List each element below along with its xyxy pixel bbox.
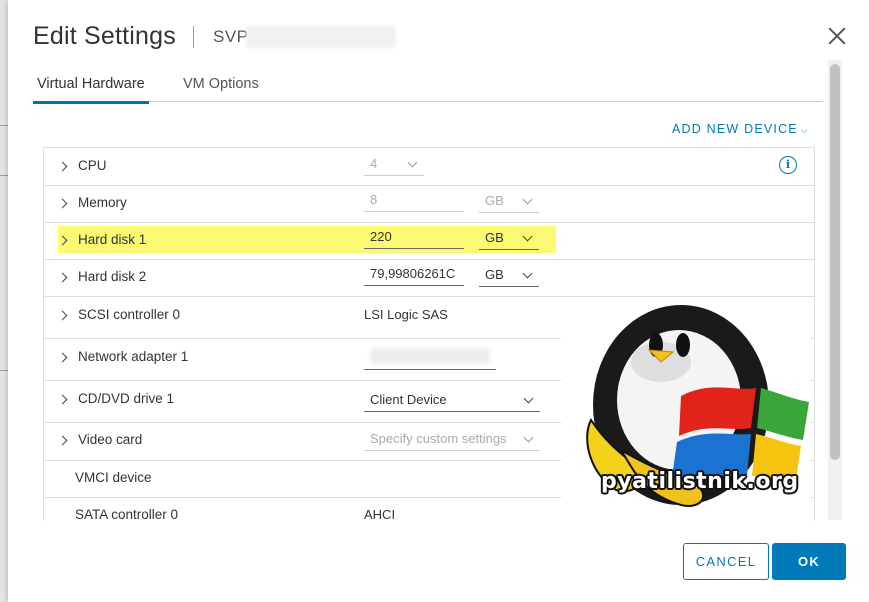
row-hard-disk-2: Hard disk 2 79,99806261C GB <box>44 259 814 297</box>
active-tab-indicator <box>33 101 149 104</box>
watermark-text: pyatilistnik.org <box>601 469 799 494</box>
chevron-right-icon[interactable] <box>59 198 69 208</box>
chevron-down-icon <box>523 393 534 404</box>
add-new-device-label: ADD NEW DEVICE <box>672 122 798 136</box>
title-separator <box>193 26 194 48</box>
network-select[interactable] <box>364 348 496 370</box>
row-label: SATA controller 0 <box>75 507 179 521</box>
vm-name-redacted <box>246 26 396 48</box>
memory-unit: GB <box>485 193 504 208</box>
hard-disk-1-size: 220 <box>370 229 392 244</box>
sata-value: AHCI <box>364 507 396 521</box>
chevron-down-icon <box>522 231 533 242</box>
row-label: Hard disk 2 <box>78 269 147 284</box>
hard-disk-1-unit-select[interactable]: GB <box>479 230 539 250</box>
vm-name: SVP <box>213 27 249 46</box>
edit-settings-dialog: Edit Settings SVP Virtual Hardware VM Op… <box>8 0 869 602</box>
ok-button[interactable]: OK <box>772 543 846 580</box>
chevron-down-icon: ⌵ <box>800 125 809 135</box>
chevron-right-icon[interactable] <box>59 352 69 362</box>
hard-disk-2-size-input[interactable]: 79,99806261C <box>364 266 464 286</box>
hard-disk-2-size: 79,99806261C <box>370 266 456 281</box>
chevron-right-icon[interactable] <box>59 435 69 445</box>
tab-virtual-hardware[interactable]: Virtual Hardware <box>33 76 149 104</box>
row-label: Network adapter 1 <box>78 349 189 364</box>
info-icon[interactable]: i <box>779 156 797 174</box>
tab-label: Virtual Hardware <box>37 76 145 92</box>
cancel-button[interactable]: CANCEL <box>683 543 769 580</box>
row-label: Memory <box>78 195 127 210</box>
memory-value: 8 <box>370 192 378 207</box>
row-label: Hard disk 1 <box>78 232 147 247</box>
video-card-select[interactable]: Specify custom settings <box>364 431 540 451</box>
tab-bar: Virtual Hardware VM Options <box>33 70 823 104</box>
chevron-right-icon[interactable] <box>59 235 69 245</box>
video-card-value: Specify custom settings <box>370 431 507 446</box>
cpu-value: 4 <box>370 156 378 171</box>
hard-disk-2-unit-select[interactable]: GB <box>479 267 539 287</box>
background-divider <box>0 125 8 126</box>
row-label: CPU <box>78 158 107 173</box>
chevron-right-icon[interactable] <box>59 272 69 282</box>
dialog-title: Edit Settings <box>33 22 176 50</box>
row-label: Video card <box>78 432 143 447</box>
cd-dvd-value: Client Device <box>370 392 447 407</box>
row-cpu: CPU 4 <box>44 148 814 186</box>
hard-disk-2-unit: GB <box>485 267 504 282</box>
row-hard-disk-1: Hard disk 1 220 GB <box>44 222 814 260</box>
tab-label: VM Options <box>183 76 259 92</box>
cd-dvd-select[interactable]: Client Device <box>364 392 540 412</box>
add-new-device-button[interactable]: ADD NEW DEVICE ⌵ <box>672 122 809 136</box>
hard-disk-1-size-input[interactable]: 220 <box>364 229 464 249</box>
scrollbar[interactable] <box>828 60 842 520</box>
background-divider <box>0 175 8 176</box>
chevron-right-icon[interactable] <box>59 394 69 404</box>
cpu-select[interactable]: 4 <box>364 156 424 176</box>
row-label: SCSI controller 0 <box>78 307 181 322</box>
chevron-down-icon <box>407 157 418 168</box>
row-label: CD/DVD drive 1 <box>78 391 175 406</box>
chevron-right-icon[interactable] <box>59 161 69 171</box>
close-icon[interactable] <box>826 25 848 47</box>
background-divider <box>0 370 8 371</box>
scrollbar-thumb[interactable] <box>830 64 840 460</box>
hard-disk-1-unit: GB <box>485 230 504 245</box>
chevron-down-icon <box>523 432 534 443</box>
chevron-down-icon <box>522 268 533 279</box>
memory-input[interactable]: 8 <box>364 192 464 212</box>
tab-vm-options[interactable]: VM Options <box>183 76 259 92</box>
row-memory: Memory 8 GB <box>44 185 814 223</box>
memory-unit-select[interactable]: GB <box>479 193 539 213</box>
scsi-value: LSI Logic SAS <box>364 307 448 322</box>
row-label: VMCI device <box>75 470 152 485</box>
chevron-right-icon[interactable] <box>59 310 69 320</box>
chevron-down-icon <box>522 194 533 205</box>
